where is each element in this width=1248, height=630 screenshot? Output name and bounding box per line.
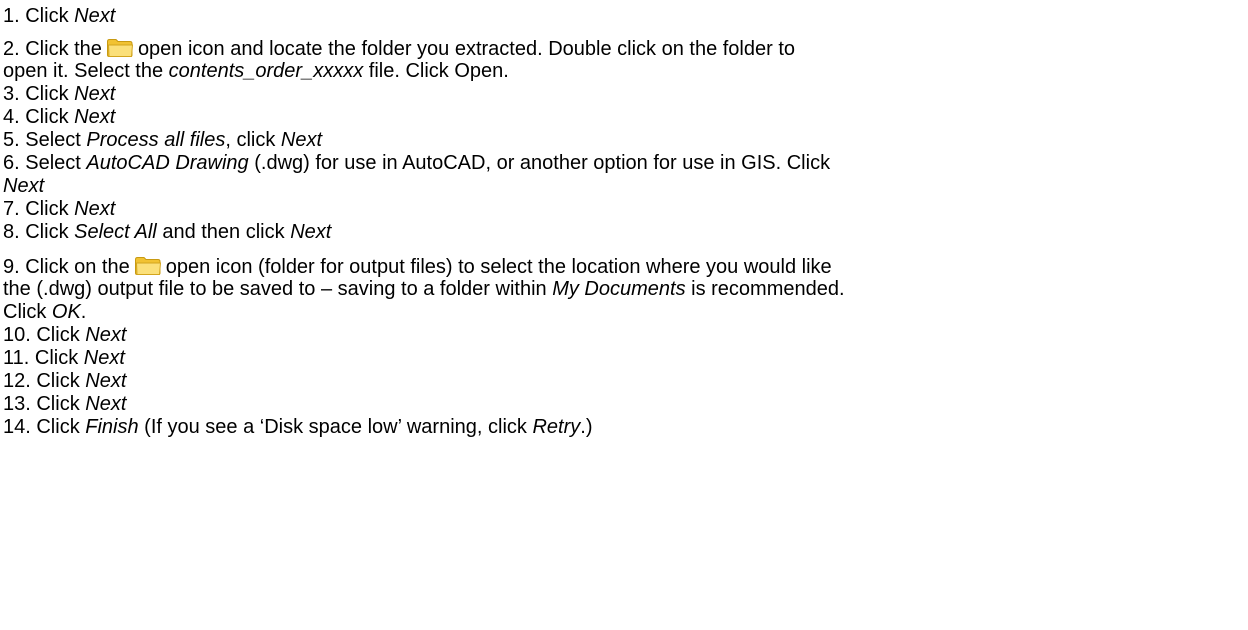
step-emphasis: Next [290, 221, 332, 243]
step-text: .) [580, 416, 593, 438]
step-text: file. Click Open. [363, 60, 509, 82]
step-9-line-2: the (.dwg) output file to be saved to – … [3, 278, 845, 301]
step-11: 11. Click Next [3, 347, 125, 370]
step-text: 11. Click [3, 347, 84, 369]
step-text: . [80, 301, 87, 323]
step-text: open icon (folder for output files) to s… [165, 256, 832, 278]
step-text: 2. Click the [3, 38, 102, 60]
step-emphasis: Retry [532, 416, 581, 438]
step-text: and then click [156, 221, 291, 243]
step-1: 1. Click Next [3, 5, 115, 28]
step-text: 9. Click on the [3, 256, 130, 278]
step-text: 3. Click [3, 83, 75, 105]
step-emphasis: Next [85, 393, 127, 415]
instruction-document: 1. Click Next 2. Click the open icon and … [0, 0, 1248, 630]
step-7: 7. Click Next [3, 198, 115, 221]
step-text: 7. Click [3, 198, 75, 220]
step-emphasis: Next [83, 347, 125, 369]
step-13: 13. Click Next [3, 393, 126, 416]
step-emphasis: Next [3, 175, 45, 197]
step-text: 6. Select [3, 152, 87, 174]
step-emphasis: Process all files [86, 129, 226, 151]
step-9-line-3: Click OK. [3, 301, 86, 324]
step-text: the (.dwg) output file to be saved to – … [3, 278, 553, 300]
step-emphasis: Next [74, 198, 116, 220]
step-14: 14. Click Finish (If you see a ‘Disk spa… [3, 416, 592, 439]
step-10: 10. Click Next [3, 324, 126, 347]
step-emphasis: Select All [74, 221, 157, 243]
step-text: 5. Select [3, 129, 87, 151]
step-emphasis: Next [280, 129, 323, 151]
step-text: 10. Click [3, 324, 86, 346]
step-text: Click [3, 301, 52, 323]
step-emphasis: OK [51, 301, 81, 323]
step-9-line-1: 9. Click on the open icon (folder for out… [3, 255, 832, 279]
step-emphasis: Next [74, 106, 116, 128]
step-text: 13. Click [3, 393, 86, 415]
step-8: 8. Click Select All and then click Next [3, 221, 331, 244]
step-text: 12. Click [3, 370, 86, 392]
step-emphasis: Next [74, 83, 116, 105]
step-emphasis: Next [85, 370, 127, 392]
step-text: open it. Select the [3, 60, 169, 82]
step-6-line-1: 6. Select AutoCAD Drawing (.dwg) for use… [3, 152, 830, 175]
folder-open-icon [106, 37, 134, 58]
step-text: is recommended. [685, 278, 845, 300]
step-text: , click [225, 129, 281, 151]
step-5: 5. Select Process all files, click Next [3, 129, 322, 152]
step-text: open icon and locate the folder you extr… [137, 38, 796, 60]
step-emphasis: contents_order_xxxxx [168, 60, 364, 82]
step-emphasis: My Documents [552, 278, 686, 300]
step-3: 3. Click Next [3, 83, 115, 106]
step-text: 14. Click [3, 416, 86, 438]
step-text: 1. Click [3, 5, 75, 27]
step-12: 12. Click Next [3, 370, 126, 393]
folder-open-icon [134, 255, 162, 276]
step-text: 4. Click [3, 106, 75, 128]
step-2-line-2: open it. Select the contents_order_xxxxx… [3, 60, 509, 83]
step-6-line-2: Next [3, 175, 44, 198]
step-text: 8. Click [3, 221, 75, 243]
step-2-line-1: 2. Click the open icon and locate the fol… [3, 37, 795, 61]
step-emphasis: Next [74, 5, 116, 27]
step-text: (If you see a ‘Disk space low’ warning, … [138, 416, 533, 438]
step-4: 4. Click Next [3, 106, 115, 129]
step-emphasis: AutoCAD Drawing [86, 152, 249, 174]
step-emphasis: Finish [85, 416, 139, 438]
step-emphasis: Next [85, 324, 127, 346]
step-text: (.dwg) for use in AutoCAD, or another op… [248, 152, 831, 174]
